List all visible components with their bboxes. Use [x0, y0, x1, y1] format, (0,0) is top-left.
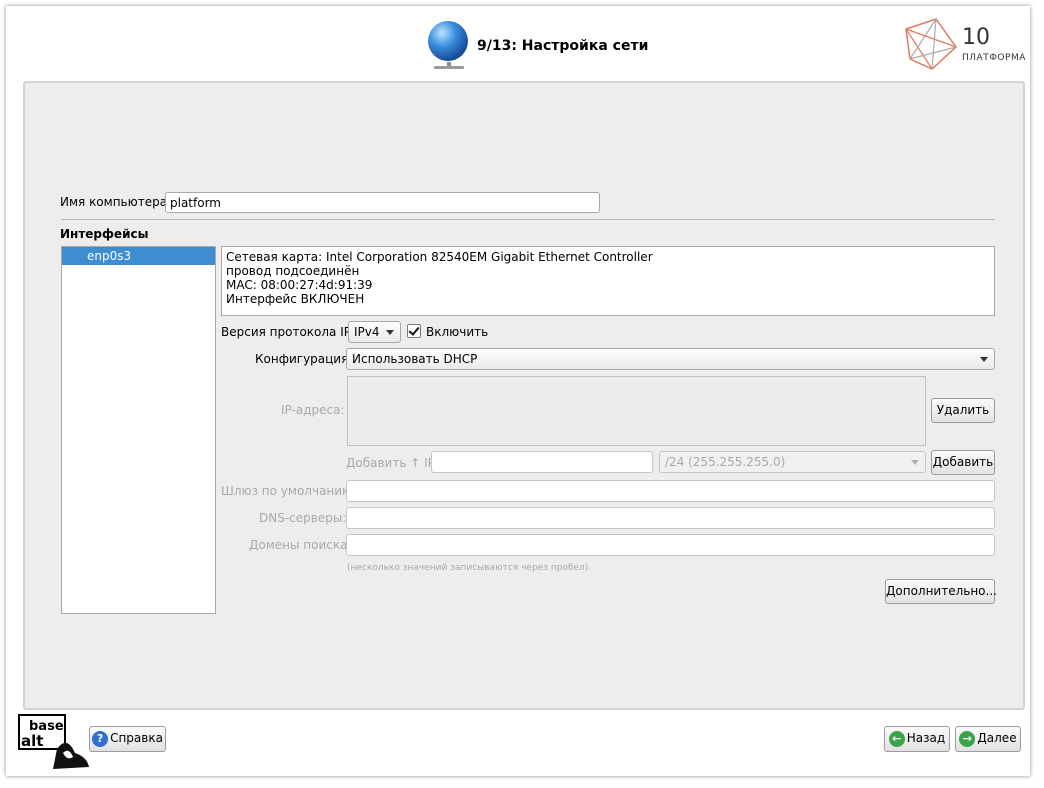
chevron-down-icon [980, 357, 988, 362]
config-label: Конфигурация: [255, 352, 353, 366]
ip-version-select[interactable]: IPv4 [348, 321, 401, 343]
page-title: 9/13: Настройка сети [477, 38, 649, 54]
ip-addresses-list[interactable] [347, 376, 926, 446]
platform-logo-icon [905, 18, 957, 70]
interfaces-list[interactable]: enp0s3 [61, 246, 216, 614]
config-select[interactable]: Использовать DHCP [346, 348, 995, 370]
settings-panel: Имя компьютера: Интерфейсы enp0s3 Сетева… [23, 81, 1025, 710]
logo-number: 10 [962, 25, 990, 50]
dns-label: DNS-серверы: [259, 511, 347, 525]
back-button[interactable]: ← Назад [884, 726, 950, 752]
interface-info: Сетевая карта: Intel Corporation 82540EM… [221, 246, 995, 316]
add-ip-label: Добавить ↑ IP: [346, 456, 439, 470]
ip-version-value: IPv4 [354, 325, 380, 339]
gateway-input[interactable] [346, 480, 995, 502]
netmask-select[interactable]: /24 (255.255.255.0) [659, 451, 926, 473]
help-button[interactable]: ? Справка [89, 726, 166, 752]
netmask-value: /24 (255.255.255.0) [665, 455, 786, 469]
basealt-logo-bottom: alt [21, 732, 43, 750]
ip-addresses-label: IP-адреса: [281, 403, 345, 417]
add-ip-button[interactable]: Добавить [931, 450, 995, 475]
enable-label: Включить [426, 325, 489, 339]
hostname-label: Имя компьютера: [60, 195, 172, 209]
interface-item-enp0s3[interactable]: enp0s3 [62, 247, 215, 265]
domains-label: Домены поиска: [249, 538, 352, 552]
help-icon: ? [92, 730, 109, 747]
arrow-left-icon: ← [888, 730, 905, 747]
logo-text: ПЛАТФОРМА [962, 53, 1026, 63]
installer-window: 9/13: Настройка сети 10 ПЛАТФОРМА Имя ко… [6, 6, 1030, 776]
interfaces-heading: Интерфейсы [60, 227, 149, 241]
config-value: Использовать DHCP [352, 352, 478, 366]
enable-checkbox[interactable] [407, 324, 421, 338]
chevron-down-icon [386, 330, 394, 335]
delete-ip-button[interactable]: Удалить [931, 398, 995, 423]
chevron-down-icon [911, 460, 919, 465]
ip-version-label: Версия протокола IP: [221, 325, 356, 339]
hostname-input[interactable] [165, 192, 600, 213]
back-button-label: Назад [906, 731, 946, 745]
next-button[interactable]: → Далее [955, 726, 1021, 752]
help-button-label: Справка [110, 731, 163, 745]
dns-input[interactable] [346, 507, 995, 529]
info-line-card: Сетевая карта: Intel Corporation 82540EM… [226, 250, 653, 264]
network-stand-icon [434, 62, 464, 69]
domains-input[interactable] [346, 534, 995, 556]
arrow-right-icon: → [959, 730, 976, 747]
info-line-mac: MAC: 08:00:27:4d:91:39 [226, 278, 373, 292]
gateway-label: Шлюз по умолчанию: [221, 484, 357, 498]
network-globe-icon [428, 21, 468, 61]
add-ip-input[interactable] [431, 451, 653, 473]
info-line-state: Интерфейс ВКЛЮЧЕН [226, 292, 365, 306]
platform-logo: 10 ПЛАТФОРМА [902, 17, 1032, 73]
next-button-label: Далее [977, 731, 1017, 745]
basealt-logo: base alt [18, 714, 89, 769]
divider [61, 219, 995, 220]
hint-text: (несколько значений записываются через п… [347, 563, 589, 573]
advanced-button[interactable]: Дополнительно... [885, 579, 997, 604]
info-line-cable: провод подсоединён [226, 264, 360, 278]
